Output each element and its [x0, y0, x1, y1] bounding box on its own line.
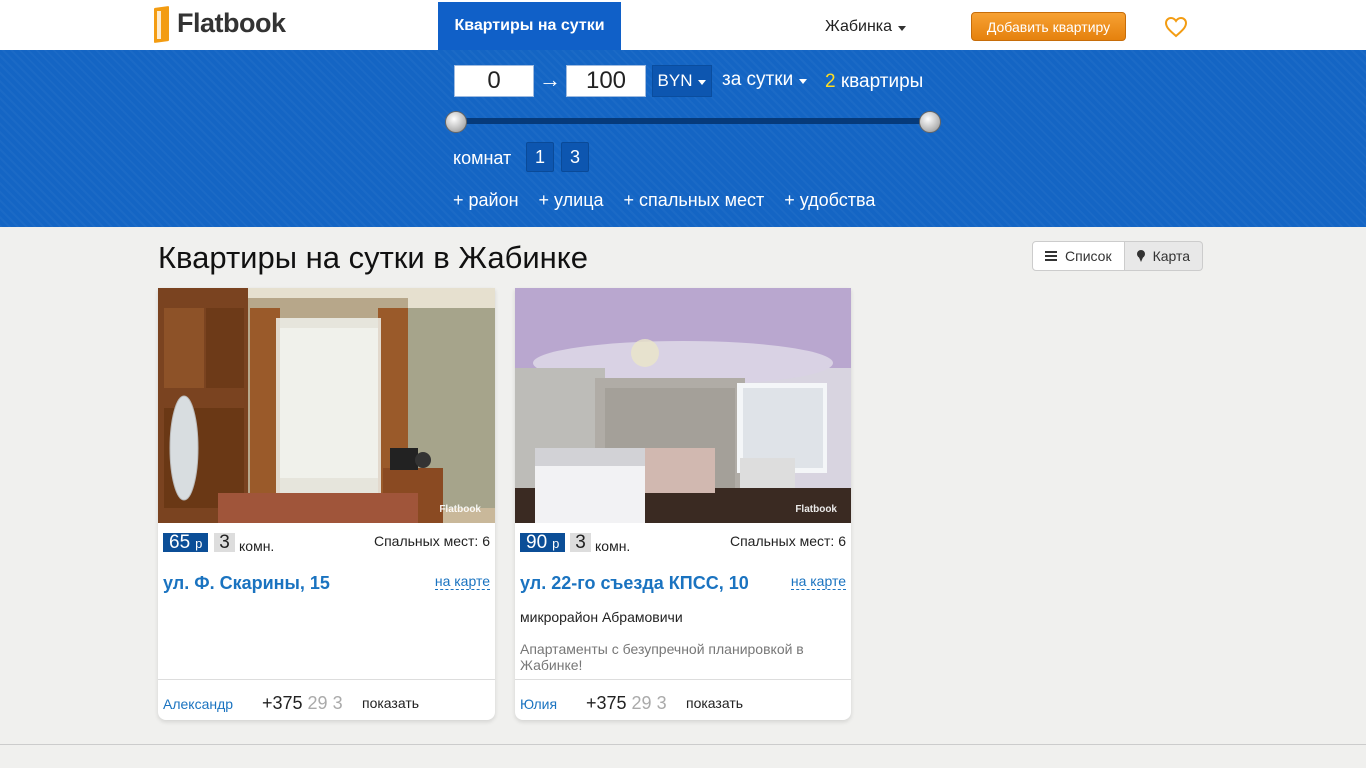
logo[interactable]: Flatbook — [154, 4, 286, 43]
beds-count: Спальных мест: 6 — [729, 533, 846, 549]
rooms-badge: 3 — [570, 533, 591, 552]
add-apartment-button[interactable]: Добавить квартиру — [971, 12, 1126, 41]
rooms-option-3[interactable]: 3 — [561, 142, 589, 172]
price-currency: р — [195, 536, 203, 551]
rooms-option-1[interactable]: 1 — [526, 142, 554, 172]
price-badge: 65 р — [163, 532, 209, 553]
photo-watermark: Flatbook — [439, 504, 481, 515]
listing-card[interactable]: Flatbook 65 р 3 комн. Спальных мест: 6 у… — [158, 288, 495, 720]
period-label: за сутки — [722, 69, 794, 90]
owner-name[interactable]: Юлия — [520, 696, 557, 712]
listing-address[interactable]: ул. Ф. Скарины, 15 — [163, 573, 330, 594]
rooms-filter-label: комнат — [453, 148, 512, 168]
card-footer: Александр +375 29 3 показать — [158, 679, 495, 720]
price-currency: р — [552, 536, 560, 551]
owner-name[interactable]: Александр — [163, 696, 233, 712]
top-header: Flatbook Квартиры на сутки Жабинка Добав… — [0, 0, 1366, 50]
photo-watermark: Flatbook — [795, 504, 837, 515]
listing-description: Апартаменты с безупречной планировкой в … — [520, 641, 804, 673]
footer-divider — [0, 744, 1366, 745]
phone-visible: +375 — [262, 693, 308, 713]
price-value: 65 — [169, 532, 191, 553]
rooms-suffix: комн. — [239, 538, 275, 554]
price-slider-min-handle[interactable] — [445, 111, 467, 133]
caret-down-icon — [799, 78, 808, 84]
view-list-button[interactable]: Список — [1032, 241, 1125, 271]
price-slider-max-handle[interactable] — [919, 111, 941, 133]
beds-count: Спальных мест: 6 — [373, 533, 490, 549]
logo-text: Flatbook — [177, 7, 286, 38]
show-phone-button[interactable]: показать — [686, 695, 743, 711]
filter-street-link[interactable]: + улица — [539, 190, 604, 211]
price-from-input[interactable]: 0 — [454, 65, 534, 97]
phone-number: +375 29 3 — [586, 693, 668, 714]
price-to-input[interactable]: 100 — [566, 65, 646, 97]
show-phone-button[interactable]: показать — [362, 695, 419, 711]
currency-label: BYN — [657, 71, 693, 90]
listing-photo[interactable]: Flatbook — [158, 288, 495, 523]
phone-hidden: 29 3 — [307, 693, 343, 713]
caret-down-icon — [898, 25, 907, 31]
view-map-button[interactable]: Карта — [1124, 241, 1204, 271]
list-icon — [1045, 251, 1057, 261]
filter-beds-link[interactable]: + спальных мест — [624, 190, 765, 211]
city-dropdown[interactable]: Жабинка — [825, 18, 907, 36]
city-label: Жабинка — [825, 18, 893, 35]
listing-address[interactable]: ул. 22-го съезда КПСС, 10 — [520, 573, 749, 594]
price-range-arrow: → — [539, 67, 561, 92]
caret-down-icon — [698, 79, 707, 85]
phone-number: +375 29 3 — [262, 693, 344, 714]
price-value: 90 — [526, 532, 548, 553]
results-count: 2 квартиры — [825, 71, 923, 93]
card-footer: Юлия +375 29 3 показать — [515, 679, 851, 720]
results-count-label: квартиры — [840, 71, 924, 92]
period-dropdown[interactable]: за сутки — [722, 69, 808, 91]
price-badge: 90 р — [520, 532, 566, 553]
listing-card[interactable]: Flatbook 90 р 3 комн. Спальных мест: 6 у… — [515, 288, 851, 720]
view-toggle: Список Карта — [1032, 241, 1204, 271]
nav-apartments-daily[interactable]: Квартиры на сутки — [438, 2, 621, 50]
phone-visible: +375 — [586, 693, 632, 713]
show-on-map-link[interactable]: на карте — [434, 573, 490, 590]
filter-district-link[interactable]: + район — [453, 190, 519, 211]
extra-filters: + район + улица + спальных мест + удобст… — [453, 190, 875, 211]
filter-amenities-link[interactable]: + удобства — [784, 190, 875, 211]
price-slider-track[interactable] — [455, 118, 931, 124]
listing-photo[interactable]: Flatbook — [515, 288, 851, 523]
view-map-label: Карта — [1152, 248, 1191, 264]
rooms-suffix: комн. — [595, 538, 631, 554]
currency-select[interactable]: BYN — [652, 65, 712, 97]
rooms-badge: 3 — [214, 533, 235, 552]
map-pin-icon — [1136, 250, 1145, 262]
page-title: Квартиры на сутки в Жабинке — [158, 240, 588, 275]
filter-panel: 0 → 100 BYN за сутки 2 квартиры комнат 1… — [0, 50, 1366, 227]
view-list-label: Список — [1065, 248, 1112, 264]
heart-icon[interactable] — [1164, 16, 1188, 38]
results-count-number: 2 — [825, 71, 836, 92]
show-on-map-link[interactable]: на карте — [790, 573, 846, 590]
phone-hidden: 29 3 — [631, 693, 667, 713]
door-logo-icon — [154, 5, 171, 43]
listing-district: микрорайон Абрамовичи — [520, 609, 683, 625]
